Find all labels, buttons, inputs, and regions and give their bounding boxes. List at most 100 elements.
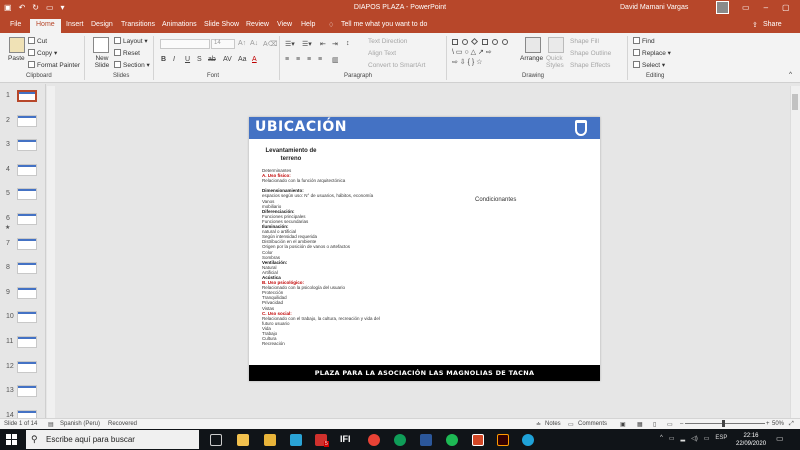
share-icon[interactable]: ⇪ bbox=[752, 21, 758, 29]
zoom-out-icon[interactable]: – bbox=[680, 421, 683, 427]
comments-button[interactable]: Comments bbox=[578, 421, 607, 427]
align-right-icon[interactable]: ≡ bbox=[307, 56, 311, 63]
slide-thumbnail[interactable] bbox=[17, 286, 37, 299]
chrome-icon[interactable] bbox=[368, 434, 380, 446]
chevron-up-icon[interactable]: ^ bbox=[660, 435, 663, 442]
windows-start-icon[interactable] bbox=[6, 434, 17, 445]
align-center-icon[interactable]: ≡ bbox=[296, 56, 300, 63]
tab-file[interactable]: File bbox=[10, 21, 21, 28]
layout-button[interactable]: Layout ▾ bbox=[114, 37, 148, 45]
arrange-button[interactable]: Arrange bbox=[520, 55, 543, 62]
user-name[interactable]: David Mamani Vargas bbox=[620, 4, 688, 11]
scrollbar-thumb[interactable] bbox=[792, 94, 798, 110]
tab-help[interactable]: Help bbox=[301, 21, 315, 28]
condicionantes-label[interactable]: Condicionantes bbox=[475, 197, 516, 203]
bold-button[interactable]: B bbox=[161, 56, 166, 63]
store-icon[interactable] bbox=[237, 434, 249, 446]
format-painter-button[interactable]: Format Painter bbox=[28, 61, 80, 69]
collapse-ribbon-icon[interactable]: ^ bbox=[789, 71, 792, 78]
keyboard-language[interactable]: ESP bbox=[715, 435, 727, 442]
vertical-scrollbar[interactable] bbox=[790, 86, 800, 418]
avatar[interactable] bbox=[716, 1, 729, 14]
shrink-font-icon[interactable]: A↓ bbox=[250, 40, 258, 47]
tab-insert[interactable]: Insert bbox=[66, 21, 84, 28]
slide-thumbnail[interactable] bbox=[17, 237, 37, 250]
find-button[interactable]: Find bbox=[633, 37, 655, 45]
slide-canvas[interactable]: UBICACIÓN Levantamiento de terreno Deter… bbox=[249, 117, 600, 381]
text-direction-button[interactable]: Text Direction bbox=[368, 38, 407, 45]
tell-me-search[interactable]: Tell me what you want to do bbox=[341, 21, 427, 28]
replace-button[interactable]: Replace ▾ bbox=[633, 49, 671, 57]
font-color-button[interactable]: A bbox=[252, 56, 257, 63]
ribbon-display-icon[interactable]: ▭ bbox=[742, 3, 750, 12]
numbering-icon[interactable]: ☰▾ bbox=[302, 40, 312, 48]
zoom-slider-thumb[interactable] bbox=[722, 420, 725, 427]
slide-thumbnail[interactable] bbox=[17, 360, 37, 373]
tab-transitions[interactable]: Transitions bbox=[121, 21, 155, 28]
reading-view-icon[interactable]: ▯ bbox=[653, 421, 656, 428]
tab-slide-show[interactable]: Slide Show bbox=[204, 21, 239, 28]
clear-format-icon[interactable]: A⌫ bbox=[263, 40, 278, 48]
display-icon[interactable]: ▭ bbox=[669, 435, 675, 442]
increase-indent-icon[interactable]: ⇥ bbox=[332, 40, 338, 48]
spell-check-icon[interactable]: ▤ bbox=[48, 421, 54, 428]
char-spacing-button[interactable]: AV bbox=[223, 56, 232, 63]
mail-icon[interactable] bbox=[290, 434, 302, 446]
decrease-indent-icon[interactable]: ⇤ bbox=[320, 40, 326, 48]
slideshow-view-icon[interactable]: ▭ bbox=[667, 421, 673, 428]
italic-button[interactable]: I bbox=[173, 56, 175, 63]
slide-title[interactable]: UBICACIÓN bbox=[255, 119, 347, 135]
clock[interactable]: 22:16 22/09/2020 bbox=[736, 432, 766, 448]
shape-circle-icon[interactable] bbox=[492, 39, 498, 45]
align-text-button[interactable]: Align Text bbox=[368, 50, 396, 57]
paste-icon[interactable] bbox=[9, 37, 25, 53]
fit-slide-icon[interactable]: ⤢ bbox=[789, 421, 794, 428]
thumbnails-scrollbar[interactable] bbox=[47, 86, 55, 418]
copy-button[interactable]: Copy ▾ bbox=[28, 49, 57, 57]
notes-button[interactable]: Notes bbox=[545, 421, 561, 427]
bullets-icon[interactable]: ☰▾ bbox=[285, 40, 295, 48]
shape-square-icon[interactable] bbox=[482, 39, 488, 45]
select-button[interactable]: Select ▾ bbox=[633, 61, 665, 69]
grow-font-icon[interactable]: A↑ bbox=[238, 40, 246, 47]
zoom-in-icon[interactable]: + bbox=[766, 421, 770, 427]
strikethrough-button[interactable]: ab bbox=[208, 56, 216, 63]
slide-sorter-icon[interactable]: ▦ bbox=[637, 421, 643, 428]
app-icon-fl[interactable]: IFI bbox=[340, 434, 351, 444]
zoom-slider-track[interactable] bbox=[685, 423, 765, 424]
chrome-profile-icon[interactable] bbox=[394, 434, 406, 446]
word-icon[interactable] bbox=[420, 434, 432, 446]
slide-thumbnail[interactable] bbox=[17, 311, 37, 324]
tab-animations[interactable]: Animations bbox=[162, 21, 197, 28]
maximize-icon[interactable]: ▢ bbox=[782, 3, 790, 12]
illustrator-icon[interactable] bbox=[497, 434, 509, 446]
tab-view[interactable]: View bbox=[277, 21, 292, 28]
normal-view-icon[interactable]: ▣ bbox=[620, 421, 626, 428]
columns-icon[interactable]: ▥ bbox=[332, 56, 339, 64]
font-name-combo[interactable] bbox=[160, 39, 210, 49]
file-explorer-icon[interactable] bbox=[264, 434, 276, 446]
task-view-icon[interactable] bbox=[210, 434, 222, 446]
font-size-combo[interactable]: 14 bbox=[211, 39, 235, 49]
shape-rounded-icon[interactable] bbox=[502, 39, 508, 45]
shape-outline-button[interactable]: Shape Outline bbox=[570, 50, 611, 57]
new-slide-button[interactable]: New Slide bbox=[90, 55, 114, 69]
slide-thumbnail[interactable] bbox=[17, 114, 37, 127]
volume-icon[interactable]: ◁) bbox=[691, 435, 698, 442]
notifications-icon[interactable]: ▭ bbox=[776, 434, 784, 443]
new-slide-icon[interactable] bbox=[93, 37, 109, 53]
tab-design[interactable]: Design bbox=[91, 21, 113, 28]
network-icon[interactable]: ▂ bbox=[681, 435, 686, 442]
change-case-button[interactable]: Aa bbox=[238, 56, 247, 63]
shape-arrow-icon[interactable]: ⇨ ⇩ { } ☆ bbox=[452, 58, 482, 66]
slide-subtitle[interactable]: Levantamiento de terreno bbox=[263, 147, 319, 163]
align-left-icon[interactable]: ≡ bbox=[285, 56, 289, 63]
line-spacing-icon[interactable]: ↕ bbox=[346, 40, 350, 47]
quick-styles-button[interactable]: Quick Styles bbox=[546, 55, 566, 69]
smartart-button[interactable]: Convert to SmartArt bbox=[368, 62, 425, 69]
shape-line-icon[interactable]: \ ▭ ○ △ ↗ ⇨ bbox=[452, 48, 492, 56]
section-button[interactable]: Section ▾ bbox=[114, 61, 150, 69]
minimize-icon[interactable]: – bbox=[764, 3, 768, 12]
shape-oval-icon[interactable] bbox=[462, 39, 468, 45]
share-button[interactable]: Share bbox=[763, 21, 782, 28]
